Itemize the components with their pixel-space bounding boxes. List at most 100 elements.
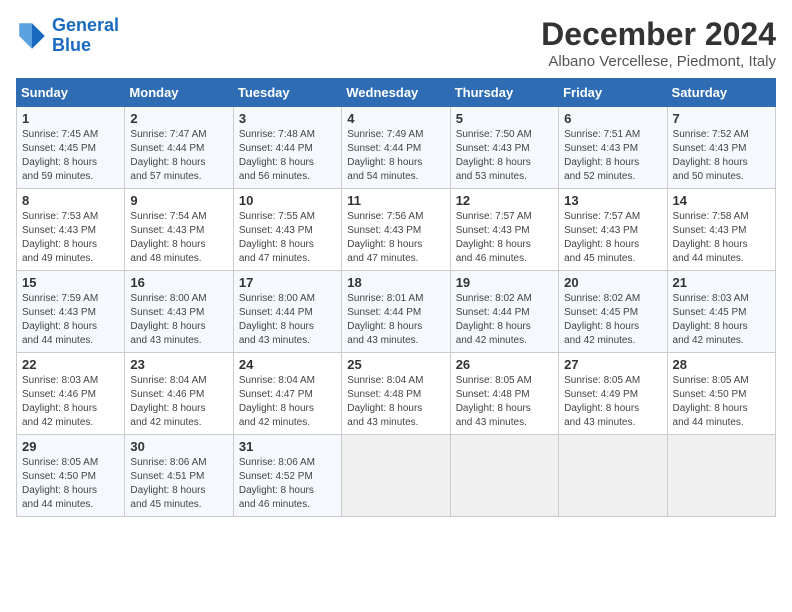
day-info: Sunrise: 7:47 AMSunset: 4:44 PMDaylight:… — [130, 128, 227, 184]
day-number: 21 — [673, 275, 770, 290]
calendar-cell: 29 Sunrise: 8:05 AMSunset: 4:50 PMDayligh… — [17, 435, 125, 517]
day-number: 9 — [130, 193, 227, 208]
calendar-cell: 15Sunrise: 7:59 AMSunset: 4:43 PMDayligh… — [17, 271, 125, 353]
day-info: Sunrise: 8:03 AMSunset: 4:46 PMDaylight:… — [22, 374, 119, 430]
calendar-cell: 1 Sunrise: 7:45 AMSunset: 4:45 PMDaylight… — [17, 107, 125, 189]
day-info: Sunrise: 7:55 AMSunset: 4:43 PMDaylight:… — [239, 210, 336, 266]
calendar-cell: 24 Sunrise: 8:04 AMSunset: 4:47 PMDayligh… — [233, 353, 341, 435]
calendar-cell — [559, 435, 667, 517]
calendar-cell: 22 Sunrise: 8:03 AMSunset: 4:46 PMDayligh… — [17, 353, 125, 435]
calendar-cell: 8Sunrise: 7:53 AMSunset: 4:43 PMDaylight… — [17, 189, 125, 271]
day-number: 10 — [239, 193, 336, 208]
calendar-header-saturday: Saturday — [667, 79, 775, 107]
calendar-cell: 14 Sunrise: 7:58 AMSunset: 4:43 PMDayligh… — [667, 189, 775, 271]
calendar-cell: 21Sunrise: 8:03 AMSunset: 4:45 PMDayligh… — [667, 271, 775, 353]
day-info: Sunrise: 7:59 AMSunset: 4:43 PMDaylight:… — [22, 292, 119, 348]
day-info: Sunrise: 7:45 AMSunset: 4:45 PMDaylight:… — [22, 128, 119, 184]
calendar-cell: 5 Sunrise: 7:50 AMSunset: 4:43 PMDaylight… — [450, 107, 558, 189]
calendar-cell: 17Sunrise: 8:00 AMSunset: 4:44 PMDayligh… — [233, 271, 341, 353]
day-info: Sunrise: 8:01 AMSunset: 4:44 PMDaylight:… — [347, 292, 444, 348]
day-number: 11 — [347, 193, 444, 208]
calendar-header-sunday: Sunday — [17, 79, 125, 107]
day-info: Sunrise: 8:06 AMSunset: 4:52 PMDaylight:… — [239, 456, 336, 512]
calendar-cell: 9Sunrise: 7:54 AMSunset: 4:43 PMDaylight… — [125, 189, 233, 271]
title-block: December 2024 Albano Vercellese, Piedmon… — [541, 16, 776, 70]
day-info: Sunrise: 7:57 AMSunset: 4:43 PMDaylight:… — [456, 210, 553, 266]
calendar-header-row: SundayMondayTuesdayWednesdayThursdayFrid… — [17, 79, 776, 107]
day-info: Sunrise: 7:57 AMSunset: 4:43 PMDaylight:… — [564, 210, 661, 266]
calendar-cell: 31 Sunrise: 8:06 AMSunset: 4:52 PMDayligh… — [233, 435, 341, 517]
day-number: 28 — [673, 357, 770, 372]
calendar-week-2: 8Sunrise: 7:53 AMSunset: 4:43 PMDaylight… — [17, 189, 776, 271]
day-info: Sunrise: 8:06 AMSunset: 4:51 PMDaylight:… — [130, 456, 227, 512]
day-info: Sunrise: 8:04 AMSunset: 4:47 PMDaylight:… — [239, 374, 336, 430]
calendar-cell: 13 Sunrise: 7:57 AMSunset: 4:43 PMDayligh… — [559, 189, 667, 271]
calendar-cell — [450, 435, 558, 517]
day-info: Sunrise: 8:04 AMSunset: 4:46 PMDaylight:… — [130, 374, 227, 430]
day-info: Sunrise: 8:04 AMSunset: 4:48 PMDaylight:… — [347, 374, 444, 430]
day-info: Sunrise: 7:58 AMSunset: 4:43 PMDaylight:… — [673, 210, 770, 266]
calendar-cell: 30 Sunrise: 8:06 AMSunset: 4:51 PMDayligh… — [125, 435, 233, 517]
calendar-week-3: 15Sunrise: 7:59 AMSunset: 4:43 PMDayligh… — [17, 271, 776, 353]
day-number: 14 — [673, 193, 770, 208]
calendar-table: SundayMondayTuesdayWednesdayThursdayFrid… — [16, 78, 776, 517]
day-info: Sunrise: 8:00 AMSunset: 4:43 PMDaylight:… — [130, 292, 227, 348]
calendar-cell: 26Sunrise: 8:05 AMSunset: 4:48 PMDayligh… — [450, 353, 558, 435]
day-info: Sunrise: 7:50 AMSunset: 4:43 PMDaylight:… — [456, 128, 553, 184]
day-number: 6 — [564, 111, 661, 126]
calendar-cell: 3 Sunrise: 7:48 AMSunset: 4:44 PMDaylight… — [233, 107, 341, 189]
calendar-week-5: 29 Sunrise: 8:05 AMSunset: 4:50 PMDayligh… — [17, 435, 776, 517]
day-number: 4 — [347, 111, 444, 126]
calendar-header-friday: Friday — [559, 79, 667, 107]
day-number: 25 — [347, 357, 444, 372]
day-info: Sunrise: 8:00 AMSunset: 4:44 PMDaylight:… — [239, 292, 336, 348]
day-info: Sunrise: 8:05 AMSunset: 4:48 PMDaylight:… — [456, 374, 553, 430]
day-number: 24 — [239, 357, 336, 372]
day-number: 19 — [456, 275, 553, 290]
calendar-cell: 2 Sunrise: 7:47 AMSunset: 4:44 PMDaylight… — [125, 107, 233, 189]
day-number: 13 — [564, 193, 661, 208]
calendar-cell: 16 Sunrise: 8:00 AMSunset: 4:43 PMDayligh… — [125, 271, 233, 353]
day-info: Sunrise: 8:05 AMSunset: 4:49 PMDaylight:… — [564, 374, 661, 430]
calendar-cell: 10 Sunrise: 7:55 AMSunset: 4:43 PMDayligh… — [233, 189, 341, 271]
day-number: 16 — [130, 275, 227, 290]
day-number: 20 — [564, 275, 661, 290]
logo: General Blue — [16, 16, 119, 56]
logo-line2: Blue — [52, 35, 91, 55]
day-number: 31 — [239, 439, 336, 454]
calendar-cell: 6 Sunrise: 7:51 AMSunset: 4:43 PMDaylight… — [559, 107, 667, 189]
day-number: 23 — [130, 357, 227, 372]
day-info: Sunrise: 7:53 AMSunset: 4:43 PMDaylight:… — [22, 210, 119, 266]
main-title: December 2024 — [541, 16, 776, 53]
day-number: 5 — [456, 111, 553, 126]
calendar-week-1: 1 Sunrise: 7:45 AMSunset: 4:45 PMDaylight… — [17, 107, 776, 189]
calendar-header-monday: Monday — [125, 79, 233, 107]
day-info: Sunrise: 7:52 AMSunset: 4:43 PMDaylight:… — [673, 128, 770, 184]
calendar-cell — [342, 435, 450, 517]
calendar-cell: 12 Sunrise: 7:57 AMSunset: 4:43 PMDayligh… — [450, 189, 558, 271]
calendar-cell: 28Sunrise: 8:05 AMSunset: 4:50 PMDayligh… — [667, 353, 775, 435]
day-number: 22 — [22, 357, 119, 372]
day-number: 12 — [456, 193, 553, 208]
calendar-cell: 25 Sunrise: 8:04 AMSunset: 4:48 PMDayligh… — [342, 353, 450, 435]
calendar-header-thursday: Thursday — [450, 79, 558, 107]
calendar-cell: 7Sunrise: 7:52 AMSunset: 4:43 PMDaylight… — [667, 107, 775, 189]
day-info: Sunrise: 8:05 AMSunset: 4:50 PMDaylight:… — [22, 456, 119, 512]
calendar-cell: 19Sunrise: 8:02 AMSunset: 4:44 PMDayligh… — [450, 271, 558, 353]
day-number: 30 — [130, 439, 227, 454]
day-number: 18 — [347, 275, 444, 290]
day-number: 29 — [22, 439, 119, 454]
logo-line1: General — [52, 15, 119, 35]
day-number: 1 — [22, 111, 119, 126]
day-info: Sunrise: 7:56 AMSunset: 4:43 PMDaylight:… — [347, 210, 444, 266]
calendar-cell: 20 Sunrise: 8:02 AMSunset: 4:45 PMDayligh… — [559, 271, 667, 353]
calendar-header-wednesday: Wednesday — [342, 79, 450, 107]
day-info: Sunrise: 7:48 AMSunset: 4:44 PMDaylight:… — [239, 128, 336, 184]
calendar-cell: 23 Sunrise: 8:04 AMSunset: 4:46 PMDayligh… — [125, 353, 233, 435]
day-info: Sunrise: 7:51 AMSunset: 4:43 PMDaylight:… — [564, 128, 661, 184]
calendar-cell — [667, 435, 775, 517]
calendar-cell: 4Sunrise: 7:49 AMSunset: 4:44 PMDaylight… — [342, 107, 450, 189]
day-info: Sunrise: 8:02 AMSunset: 4:45 PMDaylight:… — [564, 292, 661, 348]
day-number: 3 — [239, 111, 336, 126]
day-number: 2 — [130, 111, 227, 126]
